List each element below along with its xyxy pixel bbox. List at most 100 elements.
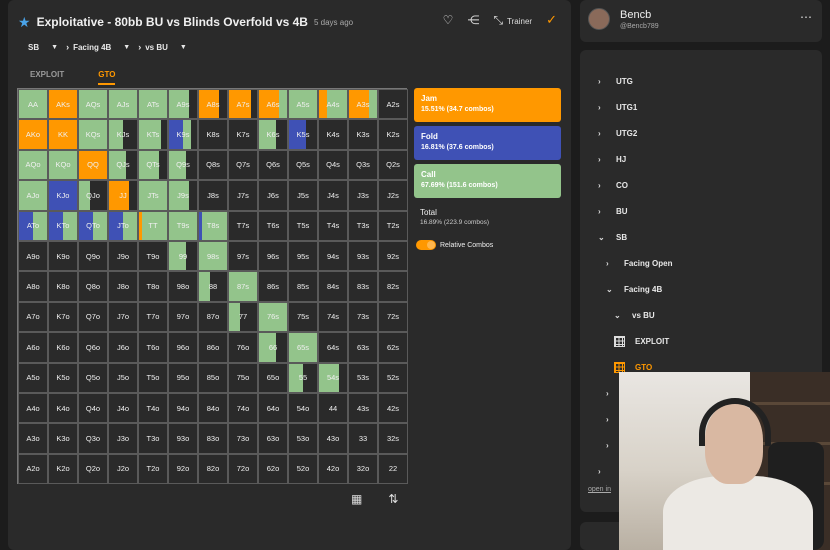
- hand-cell[interactable]: 42s: [378, 392, 408, 424]
- hand-cell[interactable]: T3s: [348, 210, 378, 241]
- hand-cell[interactable]: 95s: [288, 240, 318, 272]
- hand-cell[interactable]: K7o: [48, 301, 78, 333]
- hand-cell[interactable]: 54s: [318, 362, 348, 393]
- open-in-link[interactable]: open in: [588, 486, 611, 493]
- hand-cell[interactable]: A4o: [18, 392, 48, 424]
- tree-node[interactable]: › UTG: [598, 68, 672, 94]
- hand-cell[interactable]: 93s: [348, 240, 378, 272]
- hand-cell[interactable]: 72s: [378, 301, 408, 333]
- hand-cell[interactable]: 84o: [198, 392, 228, 424]
- hand-cell[interactable]: A4s: [318, 89, 348, 120]
- hand-cell[interactable]: A3o: [18, 423, 48, 454]
- hand-cell[interactable]: QTs: [138, 149, 168, 181]
- check-icon[interactable]: ✓: [546, 12, 557, 28]
- hand-cell[interactable]: K4o: [48, 392, 78, 424]
- hand-cell[interactable]: 83o: [198, 423, 228, 454]
- hand-cell[interactable]: AA: [18, 89, 48, 120]
- hand-cell[interactable]: AJo: [18, 180, 48, 211]
- hand-cell[interactable]: KTs: [138, 119, 168, 150]
- hand-cell[interactable]: Q3s: [348, 149, 378, 181]
- hand-cell[interactable]: AQo: [18, 149, 48, 181]
- hand-cell[interactable]: JJ: [108, 180, 138, 211]
- hand-cell[interactable]: 87o: [198, 301, 228, 333]
- tree-node[interactable]: › UTG2: [598, 120, 672, 146]
- hand-cell[interactable]: Q2o: [78, 453, 108, 485]
- hand-cell[interactable]: KK: [48, 119, 78, 150]
- hand-cell[interactable]: 54o: [288, 392, 318, 424]
- hand-cell[interactable]: QTo: [78, 210, 108, 241]
- hand-cell[interactable]: T5o: [138, 362, 168, 393]
- avatar[interactable]: [588, 8, 610, 30]
- hand-cell[interactable]: KJo: [48, 180, 78, 211]
- hand-cell[interactable]: 66: [258, 332, 288, 363]
- hand-cell[interactable]: 32s: [378, 423, 408, 454]
- hand-cell[interactable]: 53o: [288, 423, 318, 454]
- hand-cell[interactable]: 76o: [228, 332, 258, 363]
- hand-cell[interactable]: A2s: [378, 89, 408, 120]
- hand-cell[interactable]: Q7s: [228, 149, 258, 181]
- hand-cell[interactable]: 93o: [168, 423, 198, 454]
- hand-cell[interactable]: Q9o: [78, 240, 108, 272]
- tree-node[interactable]: › HJ: [598, 146, 672, 172]
- hand-cell[interactable]: J4o: [108, 392, 138, 424]
- more-icon[interactable]: ⋯: [800, 10, 812, 24]
- hand-cell[interactable]: J3o: [108, 423, 138, 454]
- hand-cell[interactable]: 32o: [348, 453, 378, 485]
- hand-cell[interactable]: JTo: [108, 210, 138, 241]
- hand-cell[interactable]: K9o: [48, 240, 78, 272]
- hand-cell[interactable]: 75o: [228, 362, 258, 393]
- hand-cell[interactable]: 85s: [288, 271, 318, 302]
- tree-node[interactable]: › Facing Open: [598, 250, 672, 276]
- hand-cell[interactable]: K3o: [48, 423, 78, 454]
- hand-cell[interactable]: 92s: [378, 240, 408, 272]
- hand-cell[interactable]: 43s: [348, 392, 378, 424]
- hand-cell[interactable]: J4s: [318, 180, 348, 211]
- hand-cell[interactable]: 43o: [318, 423, 348, 454]
- crumb-facing-4b[interactable]: › Facing 4B ▼: [66, 42, 130, 52]
- table-icon[interactable]: ▦: [351, 492, 362, 506]
- hand-cell[interactable]: T2s: [378, 210, 408, 241]
- star-icon[interactable]: ★: [18, 14, 31, 31]
- tree-node[interactable]: EXPLOIT: [598, 328, 672, 354]
- hand-cell[interactable]: J6s: [258, 180, 288, 211]
- hand-cell[interactable]: KQo: [48, 149, 78, 181]
- hand-cell[interactable]: Q4o: [78, 392, 108, 424]
- tree-node[interactable]: ⌄ Facing 4B: [598, 276, 672, 302]
- sort-icon[interactable]: ⇅: [388, 492, 398, 506]
- hand-cell[interactable]: K3s: [348, 119, 378, 150]
- hand-cell[interactable]: 42o: [318, 453, 348, 485]
- hand-cell[interactable]: K2o: [48, 453, 78, 485]
- hand-cell[interactable]: 87s: [228, 271, 258, 302]
- hand-cell[interactable]: QQ: [78, 149, 108, 181]
- hand-cell[interactable]: K5s: [288, 119, 318, 150]
- hand-cell[interactable]: A7o: [18, 301, 48, 333]
- hand-cell[interactable]: A6o: [18, 332, 48, 363]
- hand-cell[interactable]: 77: [228, 301, 258, 333]
- hand-cell[interactable]: 92o: [168, 453, 198, 485]
- hand-cell[interactable]: T2o: [138, 453, 168, 485]
- hand-cell[interactable]: 74o: [228, 392, 258, 424]
- hand-cell[interactable]: 62o: [258, 453, 288, 485]
- hand-cell[interactable]: J6o: [108, 332, 138, 363]
- hand-cell[interactable]: KJs: [108, 119, 138, 150]
- hand-cell[interactable]: A2o: [18, 453, 48, 485]
- hand-cell[interactable]: 73s: [348, 301, 378, 333]
- hand-cell[interactable]: 96s: [258, 240, 288, 272]
- hand-cell[interactable]: ATo: [18, 210, 48, 241]
- crumb-vs-bu[interactable]: › vs BU ▼: [138, 42, 187, 52]
- hand-cell[interactable]: AQs: [78, 89, 108, 120]
- hand-cell[interactable]: 85o: [198, 362, 228, 393]
- hand-cell[interactable]: J5s: [288, 180, 318, 211]
- hand-cell[interactable]: 55: [288, 362, 318, 393]
- hand-cell[interactable]: T8o: [138, 271, 168, 302]
- hand-cell[interactable]: T3o: [138, 423, 168, 454]
- hand-cell[interactable]: J3s: [348, 180, 378, 211]
- hand-cell[interactable]: Q2s: [378, 149, 408, 181]
- hand-cell[interactable]: Q7o: [78, 301, 108, 333]
- hand-cell[interactable]: 84s: [318, 271, 348, 302]
- hand-cell[interactable]: 44: [318, 392, 348, 424]
- hand-cell[interactable]: K7s: [228, 119, 258, 150]
- hand-cell[interactable]: 22: [378, 453, 408, 485]
- hand-cell[interactable]: T7o: [138, 301, 168, 333]
- hand-cell[interactable]: 97s: [228, 240, 258, 272]
